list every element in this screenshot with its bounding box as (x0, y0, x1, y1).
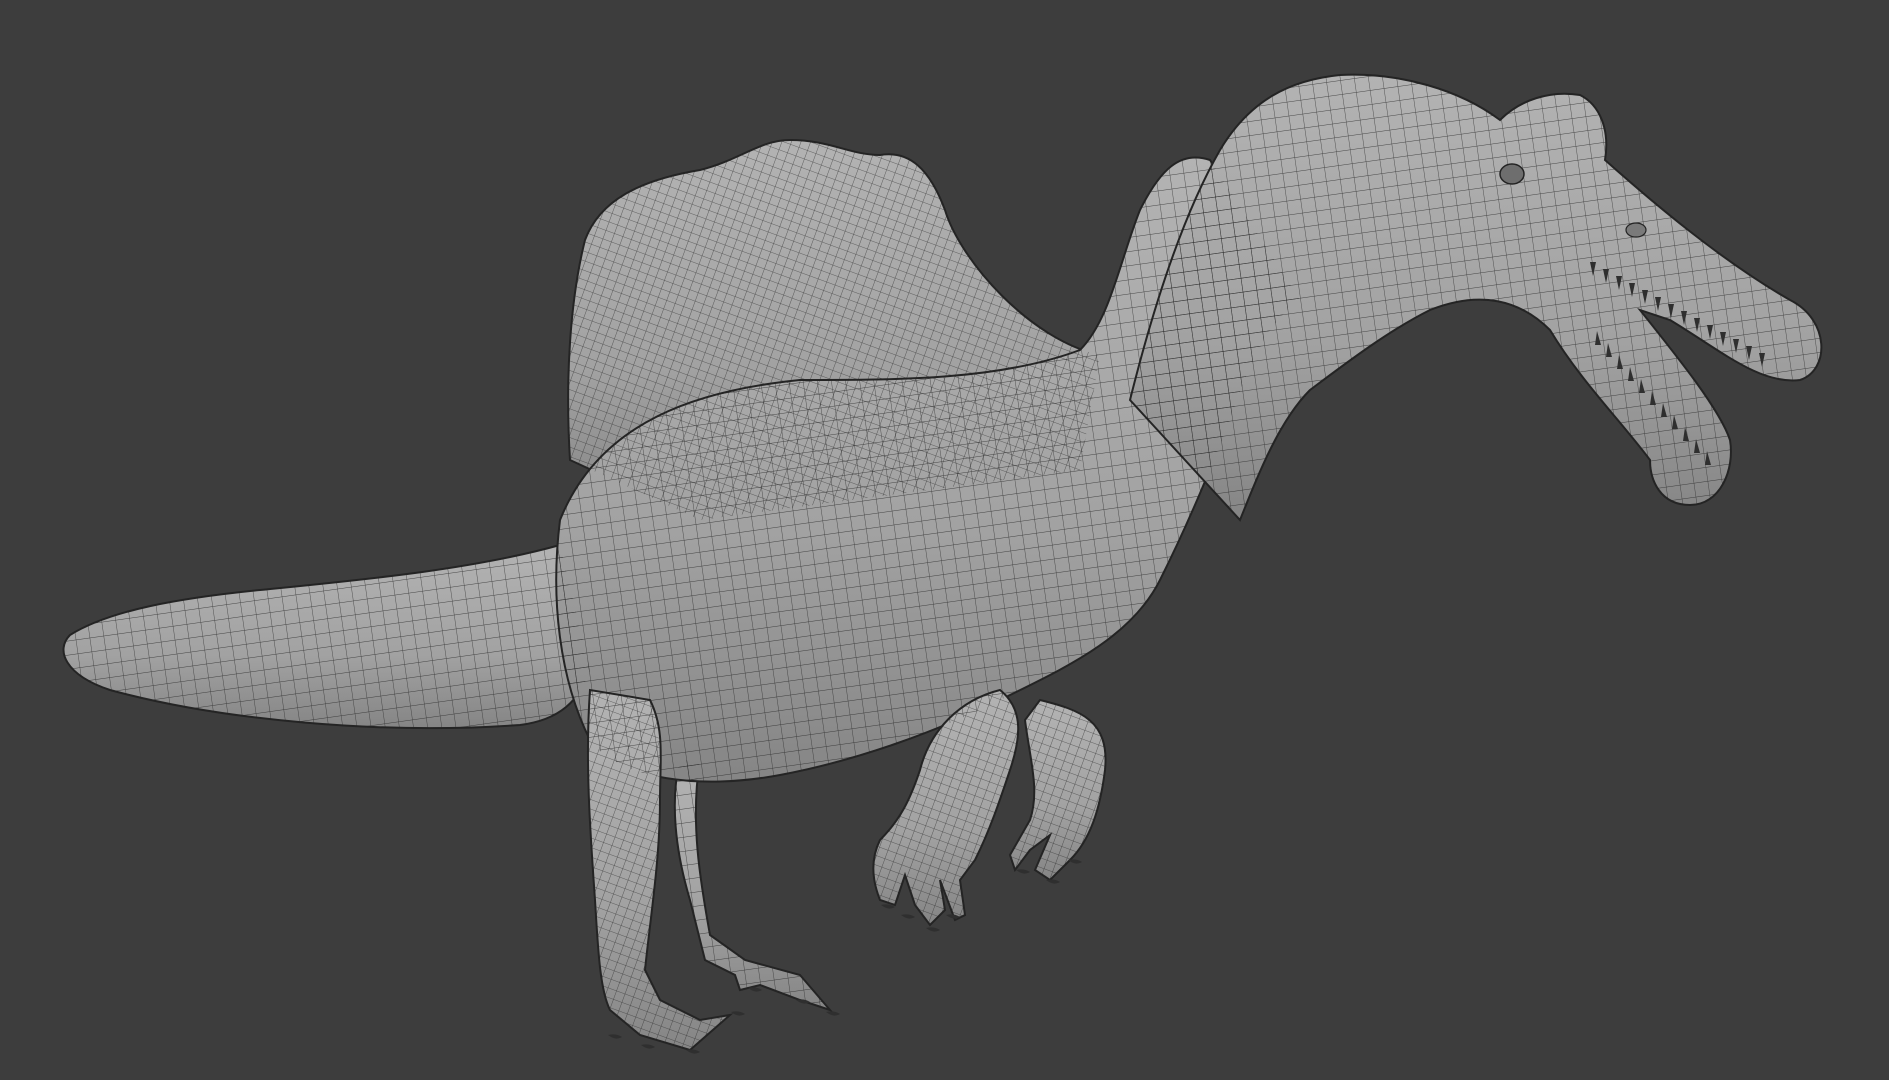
claw (901, 914, 915, 919)
wireframe-overlay (63, 74, 1822, 1050)
wire-patch (63, 545, 590, 729)
claw (641, 1044, 655, 1049)
claw (826, 1011, 840, 1016)
claw (1068, 859, 1082, 864)
claw (686, 1049, 700, 1054)
claw (748, 987, 762, 992)
wire-patch (674, 760, 830, 1010)
3d-viewport[interactable] (0, 0, 1889, 1080)
claw (1016, 869, 1030, 874)
claw (731, 1011, 745, 1016)
viewport-canvas[interactable] (0, 0, 1889, 1080)
claw (608, 1034, 622, 1039)
wire-patch (1130, 74, 1822, 520)
claw (926, 927, 940, 932)
claw (1046, 879, 1060, 884)
wire-patch (1010, 700, 1106, 880)
